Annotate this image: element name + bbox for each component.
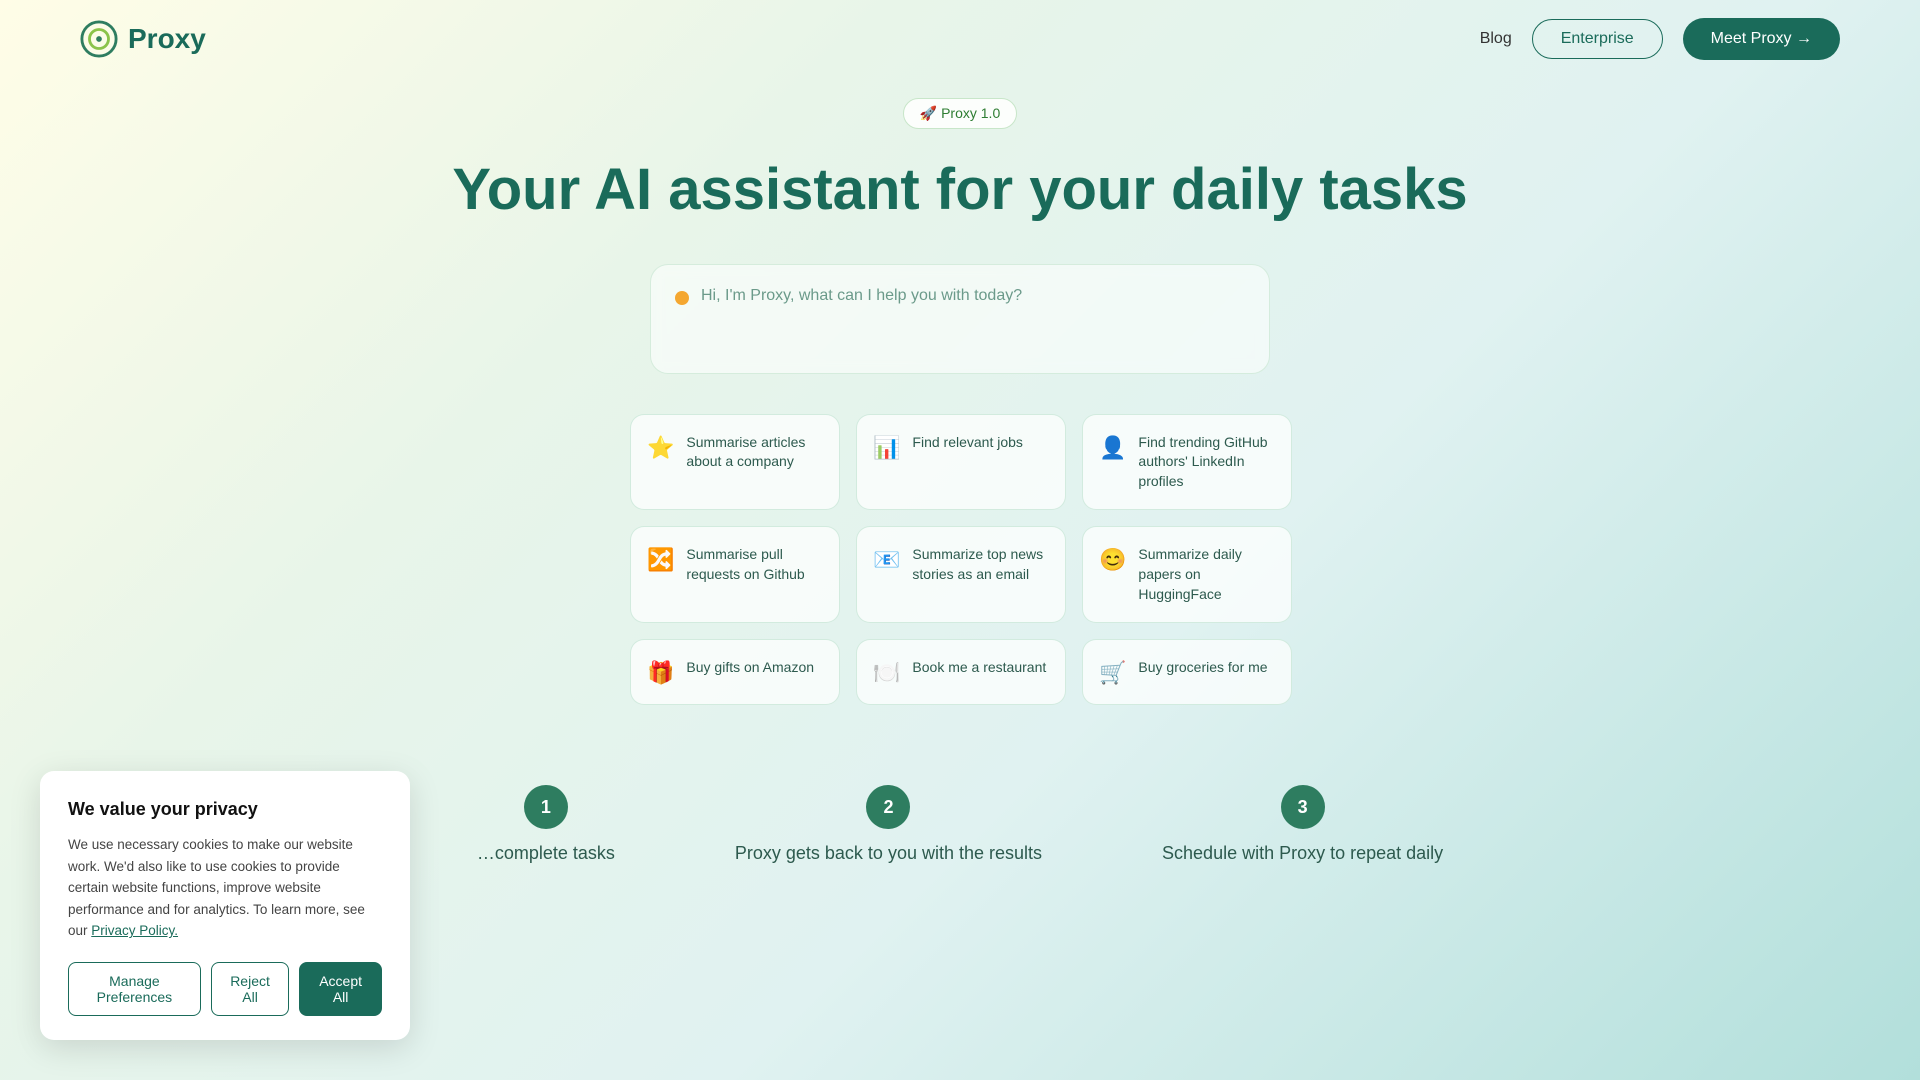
card-icon-7: 🍽️ [873,660,900,686]
card-icon-3: 🔀 [647,547,674,573]
proxy-logo-icon [80,20,118,58]
enterprise-button[interactable]: Enterprise [1532,19,1663,59]
reject-all-button[interactable]: Reject All [211,962,289,1016]
logo-text: Proxy [128,23,206,55]
hero-title: Your AI assistant for your daily tasks [452,157,1467,224]
privacy-policy-link[interactable]: Privacy Policy. [91,923,178,938]
chat-box-inner: Hi, I'm Proxy, what can I help you with … [675,287,1245,305]
manage-preferences-button[interactable]: Manage Preferences [68,962,201,1016]
card-text-2: Find trending GitHub authors' LinkedIn p… [1138,433,1275,492]
step-1: 1 …complete tasks [477,785,615,864]
nav-right: Blog Enterprise Meet Proxy → [1480,18,1840,60]
card-text-8: Buy groceries for me [1138,658,1267,678]
cookie-title: We value your privacy [68,799,382,820]
action-cards-grid: ⭐ Summarise articles about a company 📊 F… [630,414,1290,706]
action-card-5[interactable]: 😊 Summarize daily papers on HuggingFace [1082,526,1292,623]
card-icon-2: 👤 [1099,435,1126,461]
action-card-7[interactable]: 🍽️ Book me a restaurant [856,639,1066,705]
header: Proxy Blog Enterprise Meet Proxy → [0,0,1920,78]
step-number-3: 3 [1281,785,1325,829]
cookie-banner: We value your privacy We use necessary c… [40,771,410,1040]
card-text-5: Summarize daily papers on HuggingFace [1138,545,1275,604]
step-2: 2 Proxy gets back to you with the result… [735,785,1042,864]
card-text-1: Find relevant jobs [912,433,1023,453]
step-text-3: Schedule with Proxy to repeat daily [1162,843,1443,864]
chat-placeholder-text: Hi, I'm Proxy, what can I help you with … [701,287,1022,305]
card-icon-1: 📊 [873,435,900,461]
version-badge: 🚀 Proxy 1.0 [903,98,1017,129]
meet-proxy-button[interactable]: Meet Proxy → [1683,18,1840,60]
chat-status-dot [675,291,689,305]
card-icon-0: ⭐ [647,435,674,461]
card-text-6: Buy gifts on Amazon [686,658,814,678]
action-card-6[interactable]: 🎁 Buy gifts on Amazon [630,639,840,705]
accept-all-button[interactable]: Accept All [299,962,382,1016]
chat-input-box[interactable]: Hi, I'm Proxy, what can I help you with … [650,264,1270,374]
card-icon-5: 😊 [1099,547,1126,573]
card-text-3: Summarise pull requests on Github [686,545,823,584]
step-number-1: 1 [524,785,568,829]
card-text-0: Summarise articles about a company [686,433,823,472]
action-card-0[interactable]: ⭐ Summarise articles about a company [630,414,840,511]
card-icon-8: 🛒 [1099,660,1126,686]
cookie-actions: Manage Preferences Reject All Accept All [68,962,382,1016]
cookie-body: We use necessary cookies to make our web… [68,834,382,942]
action-card-8[interactable]: 🛒 Buy groceries for me [1082,639,1292,705]
logo-area: Proxy [80,20,206,58]
card-icon-4: 📧 [873,547,900,573]
action-card-4[interactable]: 📧 Summarize top news stories as an email [856,526,1066,623]
action-card-3[interactable]: 🔀 Summarise pull requests on Github [630,526,840,623]
step-text-2: Proxy gets back to you with the results [735,843,1042,864]
card-text-7: Book me a restaurant [912,658,1046,678]
action-card-2[interactable]: 👤 Find trending GitHub authors' LinkedIn… [1082,414,1292,511]
blog-link[interactable]: Blog [1480,30,1512,48]
action-card-1[interactable]: 📊 Find relevant jobs [856,414,1066,511]
card-icon-6: 🎁 [647,660,674,686]
card-text-4: Summarize top news stories as an email [912,545,1049,584]
step-number-2: 2 [866,785,910,829]
step-3: 3 Schedule with Proxy to repeat daily [1162,785,1443,864]
step-text-1: …complete tasks [477,843,615,864]
